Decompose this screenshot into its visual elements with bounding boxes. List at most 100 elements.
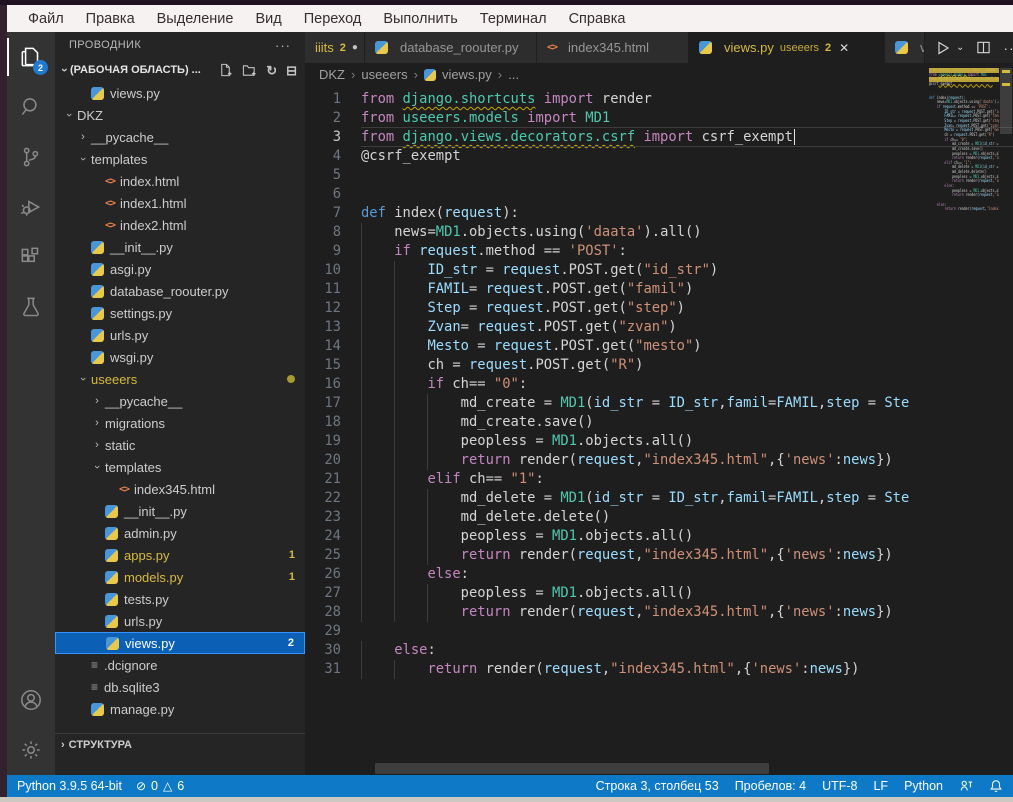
eol-setting[interactable]: LF (873, 779, 888, 793)
tree-item--pycache-[interactable]: ›__pycache__ (55, 390, 305, 412)
tree-item-models-py[interactable]: models.py1 (55, 566, 305, 588)
explorer-more-actions-icon[interactable]: ··· (275, 38, 291, 53)
line-number: 20 (305, 451, 361, 470)
refresh-icon[interactable]: ↻ (266, 64, 277, 77)
tree-item-admin-py[interactable]: admin.py (55, 522, 305, 544)
code-editor[interactable]: 1from django.shortcuts import render2fro… (305, 86, 1013, 731)
tree-item-database-roouter-py[interactable]: database_roouter.py (55, 280, 305, 302)
tree-item-templates[interactable]: ›templates (55, 148, 305, 170)
tree-item-useeers[interactable]: ›useeers (55, 368, 305, 390)
code-line-12: 12Step = request.POST.get("step") (305, 299, 1013, 318)
tree-item-index345-html[interactable]: <>index345.html (55, 478, 305, 500)
code-token: step (826, 490, 859, 506)
minimap[interactable]: from django.shortcuts import renderfrom … (929, 68, 999, 268)
tree-item-index-html[interactable]: <>index.html (55, 170, 305, 192)
indent-guide (361, 299, 394, 318)
python-interpreter[interactable]: Python 3.9.5 64-bit (17, 779, 122, 793)
tab-iiits[interactable]: iiits2● (305, 32, 365, 63)
menu-item-3[interactable]: Выделение (148, 9, 243, 29)
breadcrumb-item[interactable]: ... (508, 67, 519, 82)
tree-item--init-py[interactable]: __init__.py (55, 236, 305, 258)
code-line-15: 15ch = request.POST.get("R") (305, 356, 1013, 375)
menu-item-8[interactable]: Справка (560, 9, 635, 29)
tree-item-urls-py[interactable]: urls.py (55, 324, 305, 346)
code-token: id_str (594, 395, 644, 411)
menu-item-4[interactable]: Вид (246, 9, 290, 29)
tree-item-urls-py[interactable]: urls.py (55, 610, 305, 632)
breadcrumb-item[interactable]: useeers (361, 67, 407, 82)
explorer-icon[interactable]: 2 (7, 32, 55, 82)
tree-item-views-py[interactable]: views.py2 (55, 632, 305, 654)
new-file-icon[interactable] (218, 63, 233, 78)
menu-item-5[interactable]: Переход (295, 9, 371, 29)
encoding-setting[interactable]: UTF-8 (822, 779, 857, 793)
run-file-icon[interactable] (935, 40, 951, 56)
tree-item-db-sqlite3[interactable]: ≡db.sqlite3 (55, 676, 305, 698)
vertical-scrollbar[interactable] (999, 64, 1013, 775)
tree-item-index1-html[interactable]: <>index1.html (55, 192, 305, 214)
tree-item-dkz[interactable]: ›DKZ (55, 104, 305, 126)
breadcrumb-item[interactable]: DKZ (319, 67, 345, 82)
code-token: MD1 (560, 395, 585, 411)
tree-item-apps-py[interactable]: apps.py1 (55, 544, 305, 566)
tree-item-asgi-py[interactable]: asgi.py (55, 258, 305, 280)
tab-vie[interactable]: vie (885, 32, 925, 63)
language-mode[interactable]: Python (904, 779, 943, 793)
python-file-icon (105, 615, 118, 628)
account-icon[interactable] (7, 675, 55, 725)
tree-item-label: views.py (110, 86, 160, 101)
tree-item-migrations[interactable]: ›migrations (55, 412, 305, 434)
feedback-icon[interactable] (959, 779, 973, 793)
extensions-icon[interactable] (7, 232, 55, 282)
outline-section[interactable]: › СТРУКТУРА (55, 733, 305, 755)
code-token: }) (876, 547, 893, 563)
code-line-content: peopless = MD1.objects.all() (361, 584, 693, 603)
tree-item-templates[interactable]: ›templates (55, 456, 305, 478)
line-number: 4 (305, 147, 361, 166)
menu-item-1[interactable]: Файл (19, 9, 73, 29)
scrollbar-thumb[interactable] (1000, 68, 1012, 134)
workspace-section-header[interactable]: › (РАБОЧАЯ ОБЛАСТЬ) ... ↻ ⊟ (55, 58, 305, 82)
horizontal-scrollbar[interactable] (375, 763, 769, 774)
editor-more-actions-icon[interactable]: ··· (1003, 40, 1013, 56)
problems-indicator[interactable]: ⊘0 △6 (136, 779, 184, 793)
cursor-position[interactable]: Строка 3, столбец 53 (596, 779, 719, 793)
source-control-icon[interactable] (7, 132, 55, 182)
collapse-all-icon[interactable]: ⊟ (286, 64, 297, 77)
tree-item-views-py[interactable]: views.py (55, 82, 305, 104)
tree-item--init-py[interactable]: __init__.py (55, 500, 305, 522)
menu-item-6[interactable]: Выполнить (374, 9, 466, 29)
tree-item-wsgi-py[interactable]: wsgi.py (55, 346, 305, 368)
split-editor-icon[interactable] (976, 40, 991, 55)
notifications-bell-icon[interactable] (989, 779, 1003, 793)
tree-item--pycache-[interactable]: ›__pycache__ (55, 126, 305, 148)
run-dropdown-chevron-icon[interactable]: ⌄ (956, 42, 964, 53)
tree-item-manage-py[interactable]: manage.py (55, 698, 305, 720)
menu-item-2[interactable]: Правка (77, 9, 144, 29)
search-icon[interactable] (7, 82, 55, 132)
close-icon[interactable]: ✕ (839, 41, 849, 55)
breadcrumb[interactable]: DKZ›useeers›views.py›... (305, 63, 1013, 86)
warning-mark (1002, 83, 1010, 86)
python-file-icon (91, 241, 104, 254)
code-token: ch== (469, 471, 511, 487)
tree-item-tests-py[interactable]: tests.py (55, 588, 305, 610)
breadcrumb-item[interactable]: views.py (442, 67, 492, 82)
tab-database-roouter-py[interactable]: database_roouter.py (365, 32, 537, 63)
testing-icon[interactable] (7, 282, 55, 332)
indent-guide (361, 337, 394, 356)
tab-index345-html[interactable]: <>index345.html (537, 32, 689, 63)
tree-item-index2-html[interactable]: <>index2.html (55, 214, 305, 236)
run-debug-icon[interactable] (7, 182, 55, 232)
settings-gear-icon[interactable] (7, 725, 55, 775)
indentation-setting[interactable]: Пробелов: 4 (735, 779, 806, 793)
html-file-icon: <> (119, 484, 129, 495)
line-number: 13 (305, 318, 361, 337)
tree-item-settings-py[interactable]: settings.py (55, 302, 305, 324)
code-token: ch== (452, 376, 494, 392)
menu-item-7[interactable]: Терминал (471, 9, 556, 29)
tree-item--dcignore[interactable]: ≡.dcignore (55, 654, 305, 676)
tree-item-static[interactable]: ›static (55, 434, 305, 456)
tab-views-py[interactable]: views.pyuseeers2✕ (689, 32, 885, 63)
new-folder-icon[interactable] (242, 63, 257, 78)
